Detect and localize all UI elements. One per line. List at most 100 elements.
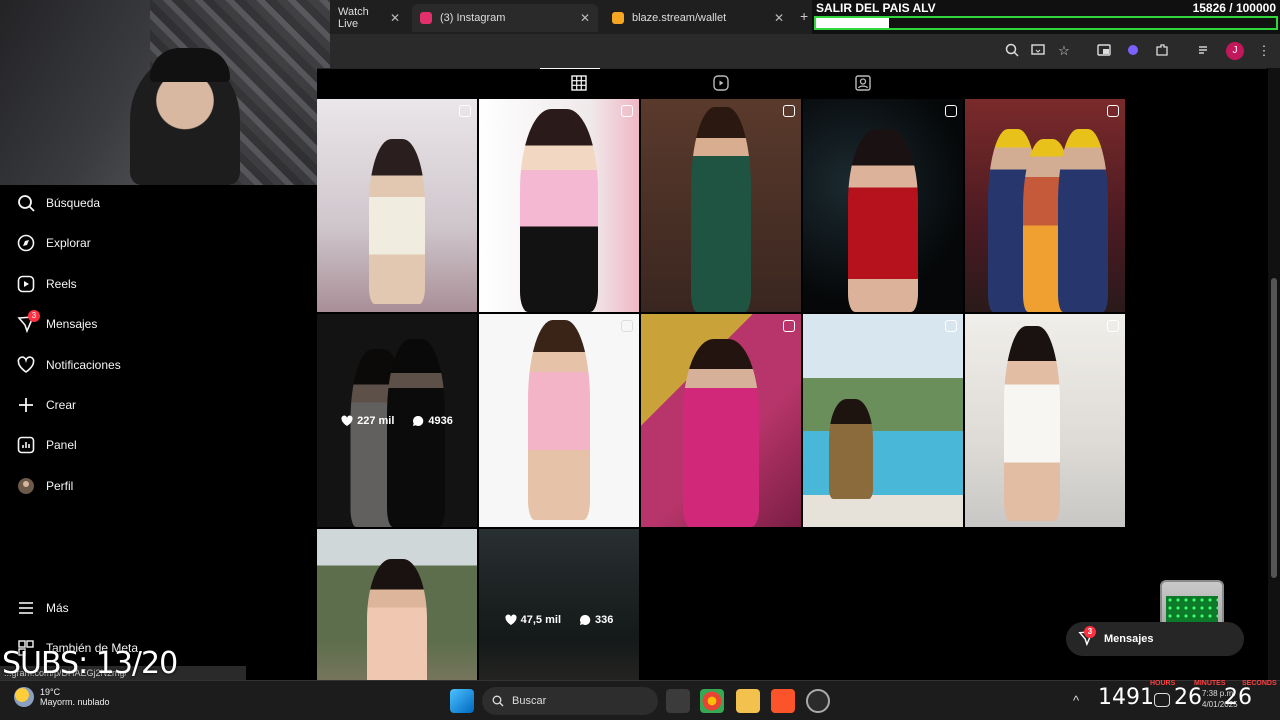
donation-goal: SALIR DEL PAIS ALV 15826 / 100000	[812, 0, 1280, 34]
sidebar-item-reels[interactable]: Reels	[16, 274, 77, 294]
profile-avatar[interactable]: J	[1226, 42, 1244, 60]
tagged-tab-icon[interactable]	[855, 75, 873, 93]
avatar-icon	[16, 476, 36, 496]
carousel-indicator-icon	[1107, 105, 1119, 117]
likes-stat: 47,5 mil	[505, 614, 561, 626]
post-tile[interactable]	[965, 99, 1125, 312]
sidebar-item-label: Crear	[46, 398, 77, 412]
picture-in-picture-icon[interactable]	[1096, 43, 1112, 59]
sidebar-item-messages[interactable]: 3 Mensajes	[16, 310, 97, 334]
post-figure	[369, 139, 425, 304]
post-figure	[520, 109, 598, 312]
brave-icon[interactable]	[771, 689, 795, 713]
sidebar-item-label: Panel	[46, 438, 77, 452]
media-control-icon[interactable]	[1196, 43, 1212, 59]
sidebar-item-create[interactable]: Crear	[16, 395, 76, 415]
reels-icon	[16, 274, 36, 294]
sidebar-item-explore[interactable]: Explorar	[16, 233, 91, 253]
bookmark-star-icon[interactable]: ☆	[1056, 43, 1072, 59]
comments-count: 336	[595, 614, 614, 626]
subs-counter: SUBS: 13/20	[2, 646, 178, 681]
minutes-label: MINUTES	[1194, 680, 1226, 687]
messages-badge: 3	[28, 310, 40, 322]
goal-count: 15826 / 100000	[1192, 1, 1276, 15]
carousel-indicator-icon	[945, 320, 957, 332]
sidebar-item-profile[interactable]: Perfil	[16, 476, 73, 496]
tab-watch-live[interactable]: Watch Live ✕	[330, 4, 408, 32]
reels-tab-icon[interactable]	[713, 75, 731, 93]
install-app-icon[interactable]	[1030, 43, 1046, 59]
comment-icon	[579, 614, 591, 625]
menu-dots-icon[interactable]: ⋮	[1256, 43, 1272, 59]
windows-start-icon[interactable]	[450, 689, 474, 713]
close-icon[interactable]: ✕	[580, 11, 590, 25]
page-scrollbar[interactable]	[1268, 68, 1280, 680]
weather-condition: Mayorm. nublado	[40, 697, 110, 707]
comment-icon	[413, 415, 424, 426]
sidebar-item-dashboard[interactable]: Panel	[16, 435, 77, 455]
scrollbar-thumb[interactable]	[1271, 278, 1277, 578]
profile-tabs	[317, 68, 1267, 98]
post-tile[interactable]	[317, 99, 477, 312]
tab-label: (3) Instagram	[440, 12, 506, 24]
post-tile[interactable]	[479, 99, 639, 312]
post-figure	[683, 339, 759, 527]
instagram-sidebar: Búsqueda Explorar Reels 3 Mensajes Notif…	[0, 185, 317, 680]
carousel-indicator-icon	[783, 320, 795, 332]
comments-stat: 4936	[412, 415, 453, 427]
messages-pill-label: Mensajes	[1104, 633, 1154, 645]
post-figure	[528, 320, 590, 520]
temperature: 19°C	[40, 687, 61, 697]
display-icon[interactable]	[1154, 693, 1170, 707]
sidebar-item-label: Más	[46, 601, 69, 615]
reel-indicator-icon	[621, 105, 633, 117]
post-tile[interactable]	[641, 99, 801, 312]
post-tile[interactable]	[641, 314, 801, 527]
post-tile[interactable]	[803, 314, 963, 527]
tab-blaze-wallet[interactable]: blaze.stream/wallet ✕	[604, 4, 792, 32]
close-icon[interactable]: ✕	[390, 11, 400, 25]
active-tab-indicator	[540, 68, 600, 69]
goal-progress-bar	[814, 16, 1278, 30]
webcam-cap	[150, 48, 230, 82]
likes-stat: 227 mil	[341, 415, 394, 427]
post-figure	[1058, 129, 1109, 312]
hamburger-icon	[16, 598, 36, 618]
search-icon	[492, 695, 504, 707]
chart-icon	[16, 435, 36, 455]
post-tile[interactable]	[803, 99, 963, 312]
app-icon[interactable]	[806, 689, 830, 713]
comments-stat: 336	[579, 614, 613, 626]
likes-count: 227 mil	[357, 414, 395, 427]
chevron-up-icon[interactable]: ^	[1068, 693, 1084, 709]
post-figure	[691, 107, 751, 312]
new-tab-button[interactable]: +	[800, 8, 808, 24]
sidebar-item-notifications[interactable]: Notificaciones	[16, 355, 121, 375]
posts-grid-icon[interactable]	[571, 75, 589, 93]
close-icon[interactable]: ✕	[774, 11, 784, 25]
sidebar-item-search[interactable]: Búsqueda	[16, 193, 100, 213]
carousel-indicator-icon	[1107, 320, 1119, 332]
post-tile[interactable]	[479, 314, 639, 527]
reel-indicator-icon	[783, 105, 795, 117]
weather-widget[interactable]: 19°C Mayorm. nublado	[14, 687, 110, 707]
taskbar-search[interactable]: Buscar	[482, 687, 658, 715]
post-tile-hovered[interactable]: 227 mil 4936	[317, 314, 477, 527]
messages-floating-button[interactable]: 3 Mensajes	[1066, 622, 1244, 656]
chrome-icon[interactable]	[700, 689, 724, 713]
search-icon	[16, 193, 36, 213]
carousel-indicator-icon	[945, 105, 957, 117]
post-figure	[1004, 326, 1061, 521]
sidebar-item-more[interactable]: Más	[16, 598, 69, 618]
post-tile[interactable]	[965, 314, 1125, 527]
zoom-icon[interactable]	[1004, 43, 1020, 59]
blaze-favicon-icon	[612, 12, 624, 24]
puzzle-icon[interactable]	[1154, 43, 1170, 59]
overlay-counter-3: 26	[1224, 685, 1252, 710]
file-explorer-icon[interactable]	[736, 689, 760, 713]
task-view-icon[interactable]	[666, 689, 690, 713]
extension-icon[interactable]	[1125, 43, 1141, 59]
carousel-indicator-icon	[621, 320, 633, 332]
goal-progress-fill	[816, 18, 889, 28]
tab-instagram[interactable]: (3) Instagram ✕	[412, 4, 598, 32]
